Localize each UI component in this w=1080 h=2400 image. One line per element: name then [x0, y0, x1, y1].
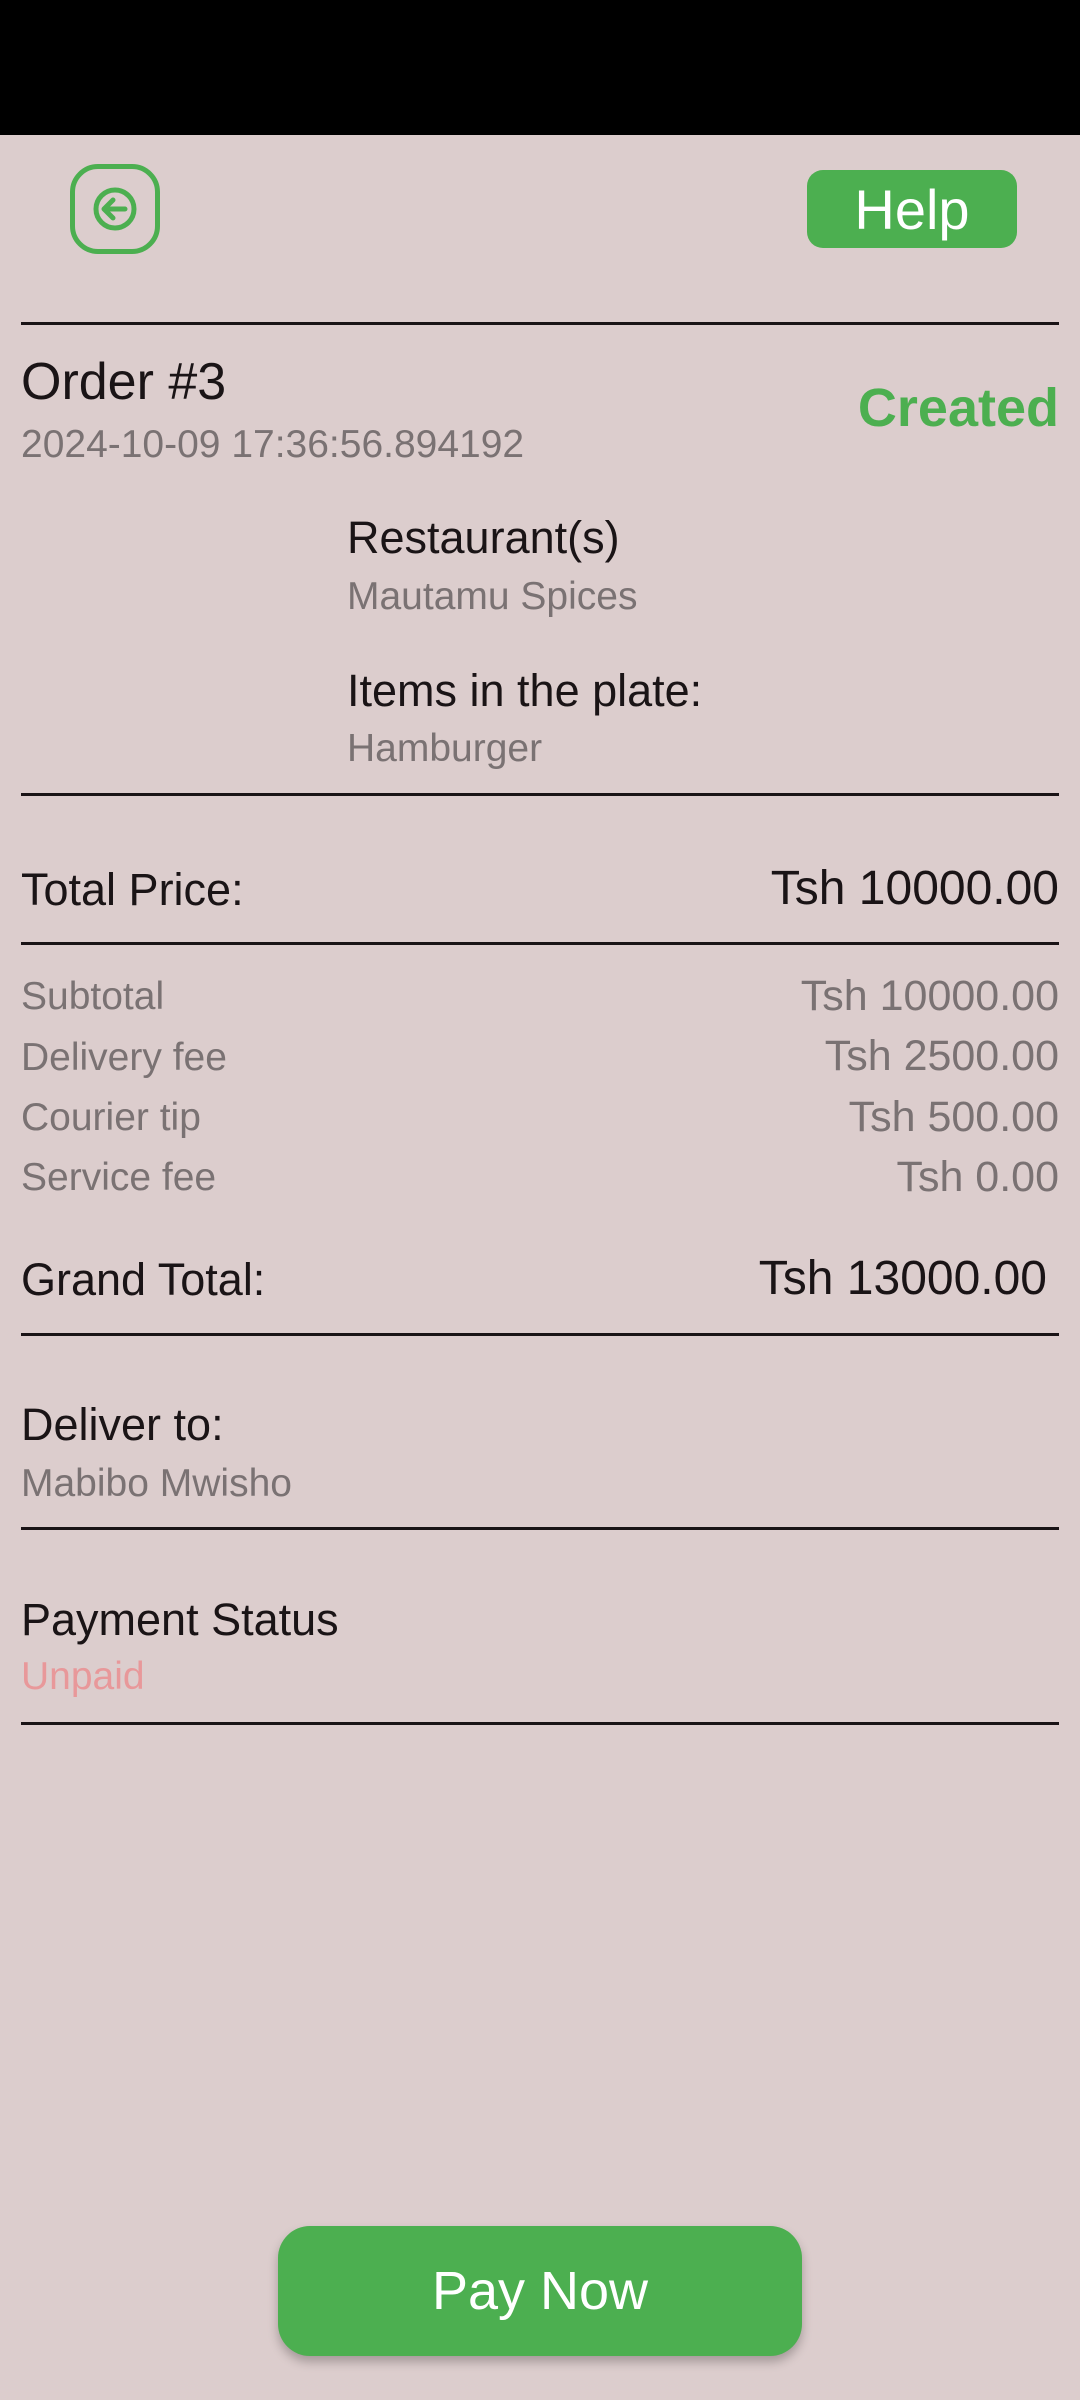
divider [21, 1722, 1059, 1725]
subtotal-value: Tsh 10000.00 [800, 972, 1059, 1020]
courier-tip-label: Courier tip [21, 1096, 201, 1139]
payment-status-value: Unpaid [21, 1655, 145, 1698]
status-bar [0, 0, 1080, 135]
divider [21, 1333, 1059, 1336]
delivery-fee-label: Delivery fee [21, 1036, 227, 1079]
order-timestamp: 2024-10-09 17:36:56.894192 [21, 423, 525, 466]
restaurants-label: Restaurant(s) [347, 512, 620, 563]
total-price-value: Tsh 10000.00 [770, 862, 1059, 915]
divider [21, 942, 1059, 945]
arrow-left-icon [93, 187, 137, 231]
grand-total-label: Grand Total: [21, 1254, 266, 1305]
deliver-to-label: Deliver to: [21, 1399, 224, 1450]
service-fee-label: Service fee [21, 1156, 217, 1199]
divider [21, 1527, 1059, 1530]
items-label: Items in the plate: [347, 665, 703, 716]
pay-now-button[interactable]: Pay Now [278, 2226, 802, 2356]
subtotal-label: Subtotal [21, 975, 165, 1018]
courier-tip-value: Tsh 500.00 [848, 1093, 1059, 1141]
help-button[interactable]: Help [807, 170, 1017, 248]
total-price-label: Total Price: [21, 864, 244, 915]
divider [21, 322, 1059, 325]
payment-status-label: Payment Status [21, 1594, 339, 1645]
service-fee-value: Tsh 0.00 [896, 1153, 1059, 1201]
divider [21, 793, 1059, 796]
items-value: Hamburger [347, 727, 543, 770]
order-title: Order #3 [21, 353, 227, 411]
restaurants-value: Mautamu Spices [347, 575, 638, 618]
grand-total-value: Tsh 13000.00 [758, 1252, 1047, 1305]
order-status-badge: Created [857, 378, 1059, 438]
deliver-to-value: Mabibo Mwisho [21, 1462, 292, 1505]
back-button[interactable] [70, 164, 160, 254]
delivery-fee-value: Tsh 2500.00 [824, 1032, 1059, 1080]
